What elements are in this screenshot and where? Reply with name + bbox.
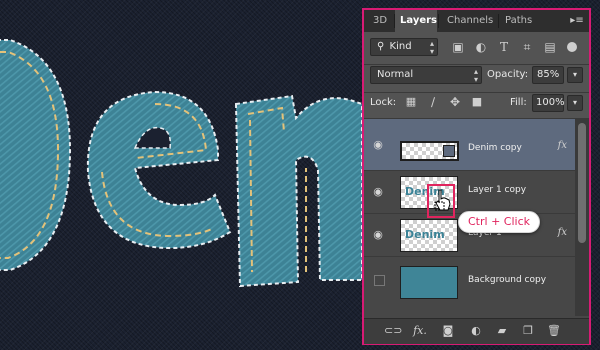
layer-thumbnail: [400, 266, 458, 299]
blend-mode-dropdown[interactable]: Normal ▴ ▾: [370, 66, 482, 84]
layer-name: Layer 1 copy: [468, 185, 527, 195]
fill-input[interactable]: 100%: [532, 94, 565, 112]
layer-row-denim-copy[interactable]: ◉ Denim copy fx: [364, 118, 575, 170]
fill-label: Fill:: [510, 97, 527, 108]
smart-object-filter-icon[interactable]: ▤: [543, 40, 557, 54]
layer-thumbnail: [400, 141, 459, 161]
layer-name: Denim copy: [468, 143, 522, 153]
layer-thumbnail: Denim: [400, 219, 458, 252]
layers-panel: 3D Layers Channels Paths ▸≡ ⚲ Kind ▴ ▾ ▣ …: [362, 8, 591, 345]
letter-e-shape: [86, 90, 232, 250]
image-filter-icon[interactable]: ▣: [451, 40, 465, 54]
eye-icon[interactable]: ◉: [370, 138, 386, 152]
fx-icon[interactable]: fx: [558, 140, 567, 151]
layers-bottom-bar: ⊂⊃ fx. ◙ ◐ ▰ ❐ 🗑: [364, 318, 589, 344]
hand-cursor-icon: [434, 189, 451, 211]
lock-transparent-icon[interactable]: ▦: [404, 95, 418, 109]
trash-icon[interactable]: 🗑: [546, 324, 562, 338]
adjustment-filter-icon[interactable]: ◐: [474, 40, 488, 54]
new-layer-icon[interactable]: ❐: [520, 324, 536, 338]
search-icon: ⚲: [377, 41, 385, 52]
tab-layers[interactable]: Layers: [395, 10, 437, 32]
denim-text-artwork: [0, 39, 362, 288]
filter-kind-label: Kind: [389, 41, 412, 52]
filter-kind-dropdown[interactable]: ⚲ Kind ▴ ▾: [370, 38, 438, 56]
layer-mask-icon: [443, 145, 455, 157]
fx-icon[interactable]: fx: [558, 227, 567, 238]
layers-scrollbar-thumb[interactable]: [578, 123, 586, 243]
visibility-toggle-off[interactable]: [374, 275, 385, 286]
fx-icon[interactable]: fx.: [412, 324, 428, 338]
layer-row-layer-1-copy[interactable]: ◉ Denim Layer 1 copy: [364, 170, 575, 213]
link-layers-icon[interactable]: ⊂⊃: [384, 324, 402, 338]
tab-channels[interactable]: Channels: [442, 10, 498, 32]
group-folder-icon[interactable]: ▰: [494, 324, 510, 338]
letter-d-shape: [0, 39, 72, 271]
opacity-dropdown-button[interactable]: ▾: [567, 67, 583, 83]
opacity-input[interactable]: 85%: [532, 66, 564, 84]
layer-name: Background copy: [468, 275, 547, 285]
thumbnail-text: Denim: [405, 228, 445, 241]
filter-toggle-icon[interactable]: [567, 42, 577, 52]
ctrl-click-tooltip: Ctrl + Click: [458, 211, 540, 233]
lock-position-icon[interactable]: ✥: [448, 95, 462, 109]
type-filter-icon[interactable]: T: [497, 40, 511, 54]
blend-mode-value: Normal: [377, 69, 414, 80]
tab-paths[interactable]: Paths: [500, 10, 537, 32]
adjustment-icon[interactable]: ◐: [468, 324, 484, 338]
tab-3d[interactable]: 3D: [368, 10, 392, 32]
opacity-label: Opacity:: [487, 69, 529, 80]
lock-label: Lock:: [370, 97, 397, 108]
letter-n-shape: [234, 94, 362, 288]
fill-dropdown-button[interactable]: ▾: [567, 95, 583, 111]
panel-tab-bar: 3D Layers Channels Paths ▸≡: [364, 10, 589, 32]
lock-brush-icon[interactable]: ∕: [426, 95, 440, 109]
stepper-arrows-icon: ▴ ▾: [429, 39, 434, 56]
shape-filter-icon[interactable]: ⌗: [520, 40, 534, 54]
mask-icon[interactable]: ◙: [440, 324, 456, 338]
stepper-arrows-icon: ▴ ▾: [473, 67, 478, 84]
eye-icon[interactable]: ◉: [370, 185, 386, 199]
eye-icon[interactable]: ◉: [370, 228, 386, 242]
lock-all-icon[interactable]: ■: [470, 95, 484, 109]
layer-row-background-copy[interactable]: Background copy: [364, 256, 575, 316]
panel-menu-icon[interactable]: ▸≡: [569, 14, 585, 28]
